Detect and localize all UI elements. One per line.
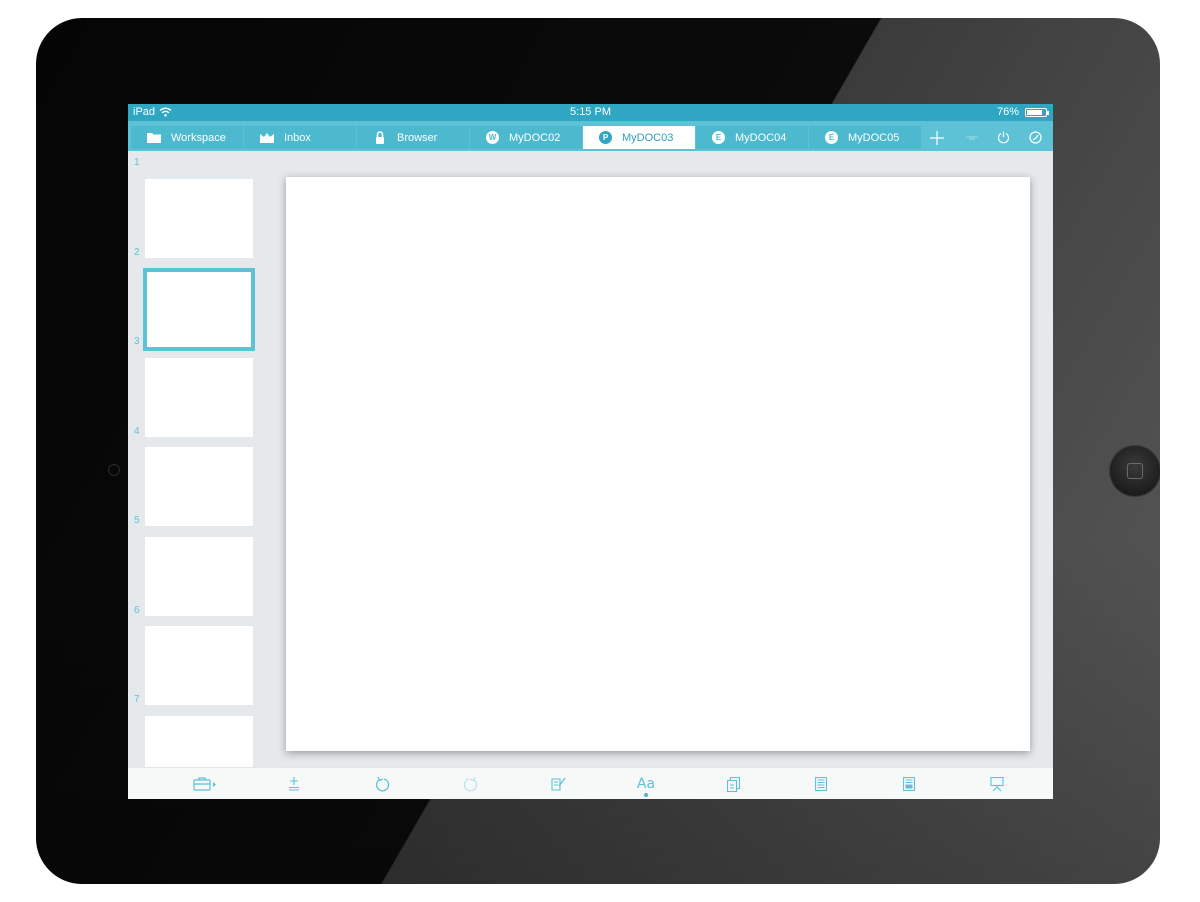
slide-number: 4 bbox=[134, 426, 140, 437]
slide-number: 1 bbox=[134, 157, 140, 168]
present-button[interactable] bbox=[982, 772, 1012, 796]
word-doc-icon: W bbox=[486, 131, 499, 144]
slide-number: 3 bbox=[134, 336, 140, 347]
compass-icon bbox=[1028, 131, 1042, 144]
spreadsheet-doc-icon: E bbox=[825, 131, 838, 144]
battery-percent: 76% bbox=[996, 106, 1019, 118]
tab-label: Inbox bbox=[284, 131, 311, 144]
slide-thumbnail-5[interactable] bbox=[145, 537, 253, 616]
add-tab-icon bbox=[930, 130, 944, 145]
add-tab-button[interactable] bbox=[927, 126, 947, 149]
edit-note-icon bbox=[550, 777, 566, 791]
tab-label: Browser bbox=[397, 131, 438, 144]
minimize-icon bbox=[966, 136, 978, 139]
tab-inbox[interactable]: Inbox bbox=[244, 126, 356, 149]
presentation-doc-icon: P bbox=[599, 131, 612, 144]
tab-label: MyDOC05 bbox=[848, 131, 900, 144]
tab-label: Workspace bbox=[171, 131, 226, 144]
home-button[interactable] bbox=[1109, 445, 1160, 497]
tab-mydoc03[interactable]: P MyDOC03 bbox=[583, 126, 695, 149]
slide-thumbnail-1[interactable] bbox=[145, 179, 253, 258]
status-bar: iPad 5:15 PM 76% bbox=[128, 104, 1053, 121]
slide-thumbnail-3[interactable] bbox=[145, 358, 253, 437]
home-square-icon bbox=[1127, 463, 1143, 479]
layout-icon bbox=[815, 777, 827, 791]
redo-icon bbox=[463, 776, 477, 791]
spreadsheet-doc-icon: E bbox=[712, 131, 725, 144]
redo-button[interactable] bbox=[455, 772, 485, 796]
tab-label: MyDOC03 bbox=[622, 131, 674, 144]
power-icon bbox=[997, 131, 1009, 144]
slide-number: 6 bbox=[134, 605, 140, 616]
power-button[interactable] bbox=[993, 126, 1013, 149]
tab-bar: Workspace Inbox Browser W MyDOC02 P MyDO… bbox=[128, 121, 1053, 151]
text-format-button[interactable]: Aa bbox=[631, 772, 661, 797]
app-screen: iPad 5:15 PM 76% Workspace Inbox Browser… bbox=[128, 104, 1053, 799]
slide-number: 7 bbox=[134, 694, 140, 705]
present-icon bbox=[990, 776, 1004, 791]
add-slide-button[interactable] bbox=[279, 772, 309, 796]
active-indicator bbox=[644, 793, 648, 797]
tab-mydoc02[interactable]: W MyDOC02 bbox=[470, 126, 582, 149]
folder-icon bbox=[147, 131, 161, 145]
tab-label: MyDOC04 bbox=[735, 131, 787, 144]
tab-browser[interactable]: Browser bbox=[357, 126, 469, 149]
slide-number: 5 bbox=[134, 515, 140, 526]
slide-thumbnail-2[interactable] bbox=[143, 268, 255, 351]
add-slide-icon bbox=[289, 777, 299, 791]
bottom-toolbar: Aa bbox=[128, 767, 1053, 799]
battery-level-fill bbox=[1027, 109, 1043, 115]
tab-label: MyDOC02 bbox=[509, 131, 561, 144]
tab-mydoc04[interactable]: E MyDOC04 bbox=[696, 126, 808, 149]
edit-note-button[interactable] bbox=[543, 772, 573, 796]
undo-button[interactable] bbox=[367, 772, 397, 796]
slide-thumbnail-panel: 1 2 3 4 5 6 7 bbox=[128, 151, 263, 799]
front-camera bbox=[108, 464, 120, 476]
compass-button[interactable] bbox=[1025, 126, 1045, 149]
copy-slide-button[interactable] bbox=[718, 772, 748, 796]
text-format-icon: Aa bbox=[636, 776, 656, 792]
battery-icon bbox=[1025, 107, 1049, 117]
toolbox-button[interactable] bbox=[190, 772, 220, 796]
tab-workspace[interactable]: Workspace bbox=[131, 126, 243, 149]
undo-icon bbox=[375, 776, 389, 791]
slide-thumbnail-4[interactable] bbox=[145, 447, 253, 526]
slide-thumbnail-6[interactable] bbox=[145, 626, 253, 705]
notes-icon bbox=[903, 777, 915, 791]
lock-icon bbox=[373, 131, 387, 145]
status-time: 5:15 PM bbox=[570, 106, 611, 118]
minimize-button[interactable] bbox=[962, 126, 982, 149]
notes-button[interactable] bbox=[894, 772, 924, 796]
inbox-icon bbox=[260, 131, 274, 145]
layout-button[interactable] bbox=[806, 772, 836, 796]
toolbox-icon bbox=[193, 777, 216, 791]
slide-number: 2 bbox=[134, 247, 140, 258]
copy-slide-icon bbox=[726, 776, 740, 792]
tab-mydoc05[interactable]: E MyDOC05 bbox=[809, 126, 921, 149]
slide-canvas[interactable] bbox=[286, 177, 1030, 751]
